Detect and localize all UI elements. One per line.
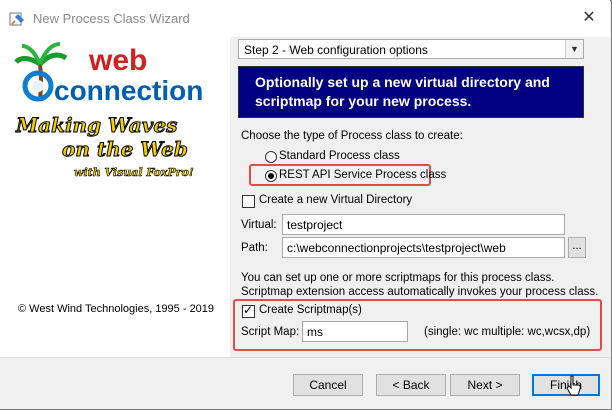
title-bar: New Process Class Wizard ✕	[0, 0, 610, 37]
cancel-button[interactable]: Cancel	[293, 374, 363, 396]
standard-process-radio[interactable]	[265, 151, 277, 163]
banner-line1: Optionally set up a new virtual director…	[255, 74, 550, 90]
mouse-pointer-icon	[566, 375, 581, 396]
create-virtual-dir-checkbox[interactable]	[242, 195, 255, 208]
path-label: Path:	[241, 242, 268, 254]
copyright-text: © West Wind Technologies, 1995 - 2019	[18, 303, 215, 315]
virtual-label: Virtual:	[241, 219, 277, 231]
standard-process-label[interactable]: Standard Process class	[279, 150, 400, 162]
back-button[interactable]: < Back	[376, 374, 446, 396]
wizard-app-icon	[9, 12, 24, 26]
logo-web-text: web	[88, 44, 147, 77]
create-virtual-dir-label[interactable]: Create a new Virtual Directory	[259, 194, 412, 206]
making-waves-tagline: Making Waves on the Web with Visual FoxP…	[15, 113, 195, 180]
scriptmap-info-line1: You can set up one or more scriptmaps fo…	[241, 272, 555, 284]
create-scriptmap-label[interactable]: Create Scriptmap(s)	[259, 304, 362, 316]
path-input[interactable]: c:\webconnectionprojects\testproject\web	[282, 237, 565, 258]
step-dropdown[interactable]: Step 2 - Web configuration options ▼	[238, 39, 584, 59]
rest-api-process-radio[interactable]	[265, 170, 277, 182]
web-connection-logo: web connection	[14, 42, 203, 104]
scriptmap-hint: (single: wc multiple: wc,wcsx,dp)	[424, 326, 591, 338]
virtual-input[interactable]: testproject	[282, 214, 565, 235]
scriptmap-field-label: Script Map:	[241, 326, 300, 338]
tagline-line2: on the Web	[62, 137, 188, 161]
create-scriptmap-checkbox[interactable]	[242, 303, 255, 318]
tagline-line1: Making Waves	[15, 113, 177, 137]
browse-path-button[interactable]: ...	[568, 237, 586, 258]
tagline-line3: with Visual FoxPro!	[74, 166, 194, 179]
process-type-prompt: Choose the type of Process class to crea…	[241, 130, 463, 142]
close-button[interactable]: ✕	[578, 9, 600, 27]
window-title: New Process Class Wizard	[33, 11, 190, 26]
scriptmap-info-line2: Scriptmap extension access automatically…	[241, 286, 599, 298]
instructions-banner: Optionally set up a new virtual director…	[238, 66, 584, 118]
scriptmap-input[interactable]: ms	[302, 321, 408, 342]
rest-api-process-label[interactable]: REST API Service Process class	[279, 169, 446, 181]
logo-connection-text: connection	[54, 75, 203, 104]
next-button[interactable]: Next >	[450, 374, 520, 396]
chevron-down-icon[interactable]: ▼	[565, 40, 583, 58]
step-dropdown-value: Step 2 - Web configuration options	[244, 43, 428, 57]
banner-line2: scriptmap for your new process.	[255, 93, 472, 109]
